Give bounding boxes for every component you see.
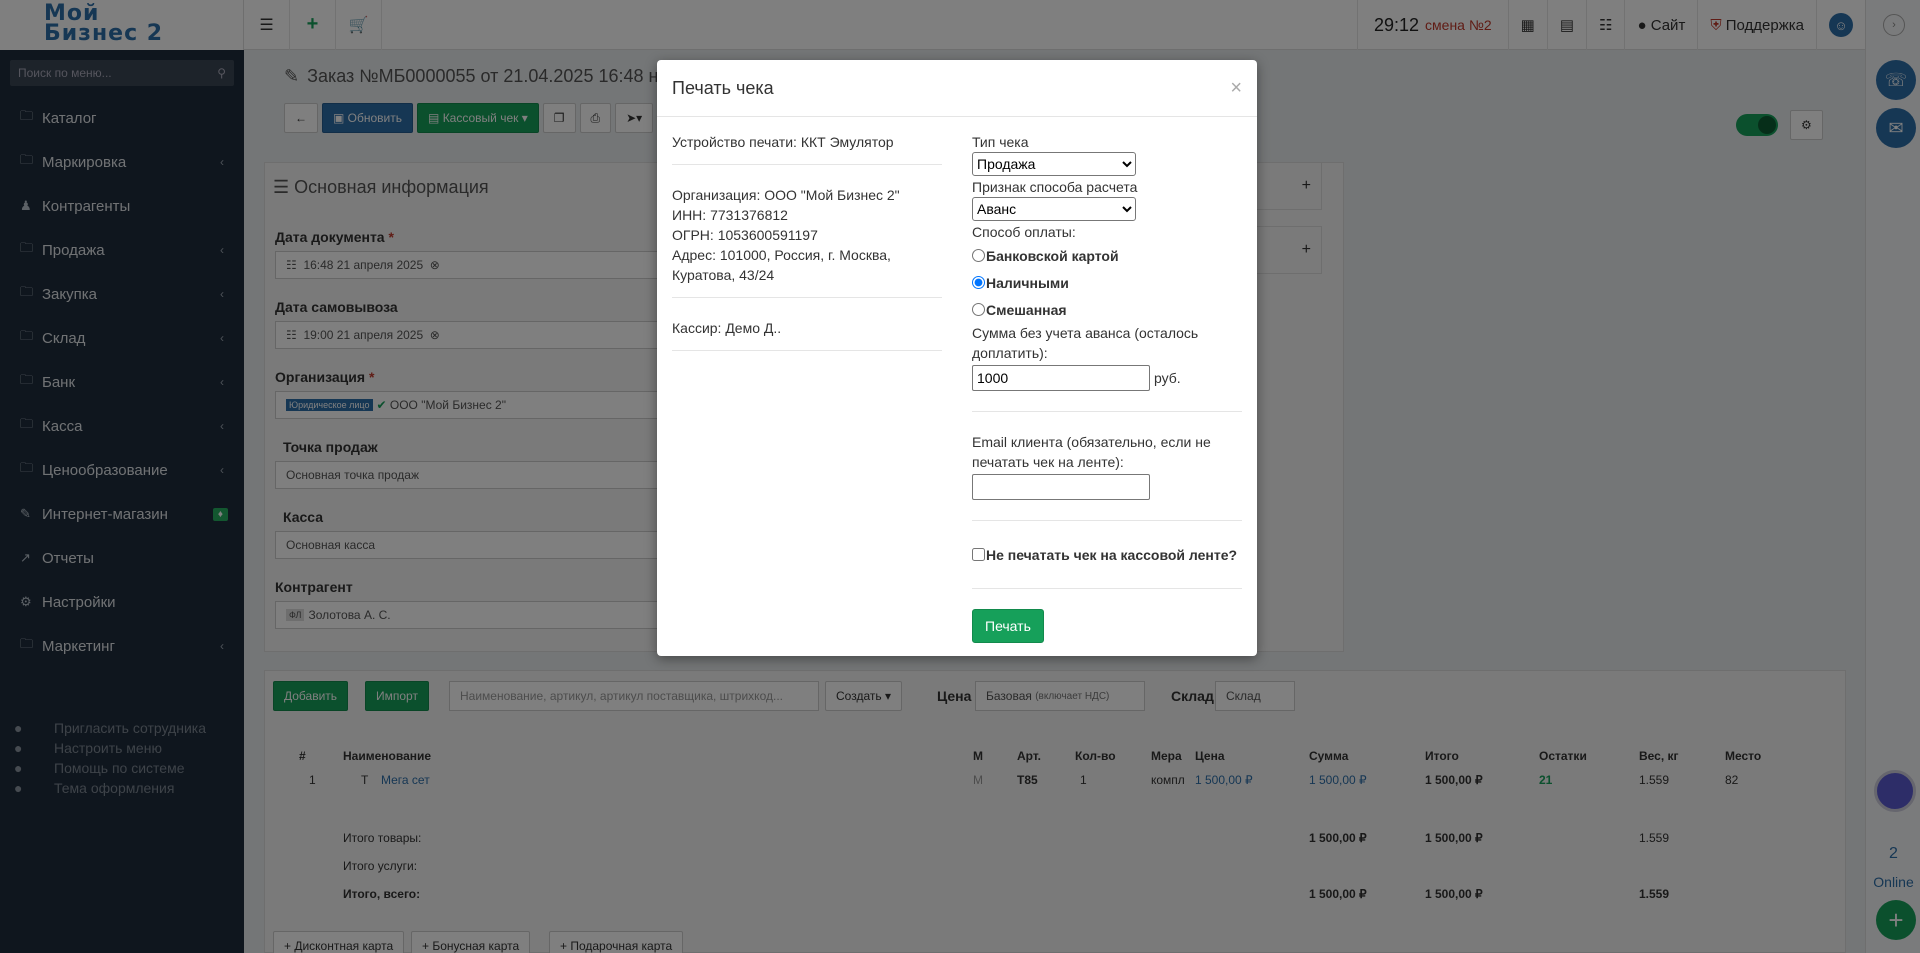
amount-row: руб. bbox=[972, 365, 1242, 391]
payment-option: Наличными bbox=[972, 269, 1242, 296]
payment-option: Банковской картой bbox=[972, 242, 1242, 269]
payment-option-label[interactable]: Наличными bbox=[986, 275, 1069, 291]
payment-options: Банковской картой Наличными Смешанная bbox=[972, 242, 1242, 323]
org-text: Организация: ООО "Мой Бизнес 2" bbox=[672, 187, 900, 203]
settlement-select[interactable]: Аванс bbox=[972, 197, 1136, 221]
print-receipt-modal: Печать чека × Устройство печати: ККТ Эму… bbox=[657, 60, 1257, 656]
no-print-row: Не печатать чек на кассовой ленте? bbox=[972, 541, 1242, 568]
divider bbox=[672, 164, 942, 165]
payment-radio[interactable] bbox=[972, 276, 985, 289]
payment-option-label[interactable]: Банковской картой bbox=[986, 248, 1119, 264]
divider bbox=[972, 411, 1242, 412]
amount-label: Сумма без учета аванса (осталось доплати… bbox=[972, 325, 1199, 361]
receipt-type-label: Тип чека bbox=[972, 134, 1029, 150]
print-button[interactable]: Печать bbox=[972, 609, 1044, 643]
amount-input[interactable] bbox=[972, 365, 1150, 391]
payment-option: Смешанная bbox=[972, 296, 1242, 323]
currency-label: руб. bbox=[1154, 370, 1181, 386]
no-print-checkbox[interactable] bbox=[972, 548, 985, 561]
payment-radio[interactable] bbox=[972, 249, 985, 262]
divider bbox=[972, 588, 1242, 589]
inn-text: ИНН: 7731376812 bbox=[672, 207, 788, 223]
no-print-label[interactable]: Не печатать чек на кассовой ленте? bbox=[986, 547, 1237, 563]
device-text: Устройство печати: ККТ Эмулятор bbox=[672, 134, 894, 150]
payment-option-label[interactable]: Смешанная bbox=[986, 302, 1067, 318]
address-text: Адрес: 101000, Россия, г. Москва, Курато… bbox=[672, 247, 891, 283]
modal-right-column: Тип чека Продажа Признак способа расчета… bbox=[972, 132, 1242, 643]
modal-title: Печать чека bbox=[672, 77, 774, 98]
divider bbox=[972, 520, 1242, 521]
close-icon[interactable]: × bbox=[1230, 77, 1242, 100]
ogrn-text: ОГРН: 1053600591197 bbox=[672, 227, 818, 243]
modal-left-column: Устройство печати: ККТ Эмулятор Организа… bbox=[672, 132, 942, 363]
cashier-text: Кассир: Демо Д.. bbox=[672, 320, 782, 336]
email-input[interactable] bbox=[972, 474, 1150, 500]
email-label: Email клиента (обязательно, если не печа… bbox=[972, 434, 1211, 470]
divider bbox=[672, 350, 942, 351]
payment-radio[interactable] bbox=[972, 303, 985, 316]
divider bbox=[672, 297, 942, 298]
payment-label: Способ оплаты: bbox=[972, 224, 1076, 240]
modal-header: Печать чека × bbox=[657, 60, 1257, 117]
settlement-label: Признак способа расчета bbox=[972, 179, 1138, 195]
receipt-type-select[interactable]: Продажа bbox=[972, 152, 1136, 176]
